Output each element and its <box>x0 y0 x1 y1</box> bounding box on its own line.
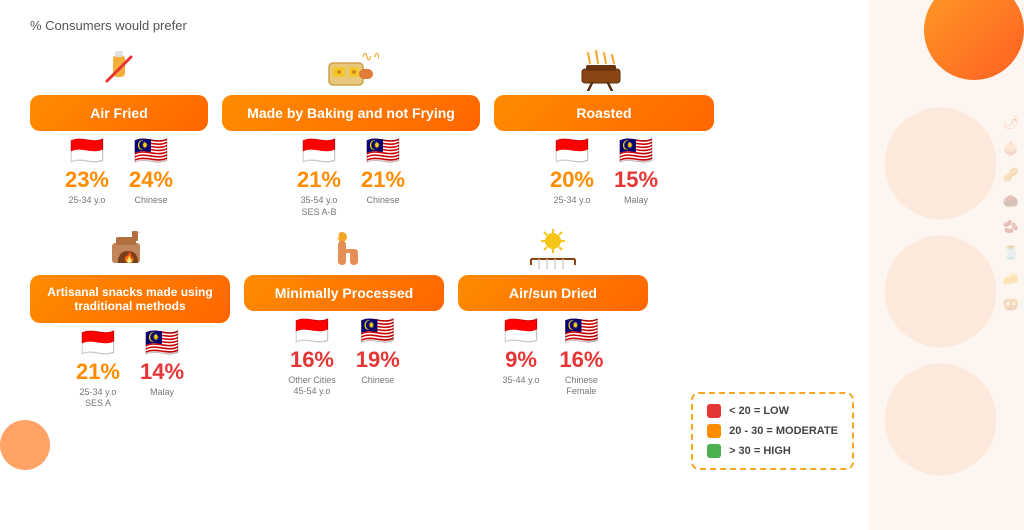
pct-indonesia-air-fried: 23% <box>65 168 109 192</box>
right-decorative-panel: ⬤⬤⬤ 🌶🧅🥜🌰🫘🫙🧀🥨 <box>869 0 1024 530</box>
icon-roasted <box>578 47 630 91</box>
svg-text:~: ~ <box>136 228 141 237</box>
pct-malaysia-roasted: 15% <box>614 168 658 192</box>
label-malaysia-air-sun: Chinese Female <box>565 375 598 398</box>
pct-indonesia-artisanal: 21% <box>76 360 120 384</box>
card-minimally: ! Minimally Processed 🇮🇩 16% Other Citie… <box>244 227 444 399</box>
icon-air-fried <box>97 47 141 91</box>
flag-malaysia-artisanal: 🇲🇾 <box>145 329 180 357</box>
card-stats-air-sun-dried: 🇮🇩 9% 35-44 y.o 🇲🇾 16% Chinese Female <box>503 317 604 399</box>
pct-malaysia-artisanal: 14% <box>140 360 184 384</box>
label-indonesia-air-sun: 35-44 y.o <box>503 375 540 387</box>
stat-indonesia-baking: 🇮🇩 21% 35-54 y.o SES A-B <box>297 137 341 219</box>
card-roasted: Roasted 🇮🇩 20% 25-34 y.o 🇲🇾 15% Malay <box>494 47 714 207</box>
legend-item-high: > 30 = HIGH <box>707 444 838 458</box>
pct-indonesia-roasted: 20% <box>550 168 594 192</box>
svg-text:∿∿∿: ∿∿∿ <box>361 48 379 64</box>
pct-malaysia-minimally: 19% <box>356 348 400 372</box>
pct-malaysia-air-fried: 24% <box>129 168 173 192</box>
pct-indonesia-minimally: 16% <box>290 348 334 372</box>
page-title: % Consumers would prefer <box>30 18 820 33</box>
stat-indonesia-roasted: 🇮🇩 20% 25-34 y.o <box>550 137 594 207</box>
legend-item-low: < 20 = LOW <box>707 404 838 418</box>
stat-indonesia-air-sun: 🇮🇩 9% 35-44 y.o <box>503 317 540 399</box>
card-label-air-sun-dried: Air/sun Dried <box>458 275 648 311</box>
flag-malaysia-air-sun: 🇲🇾 <box>564 317 599 345</box>
icon-air-sun-dried <box>527 227 579 271</box>
legend-item-moderate: 20 - 30 = MODERATE <box>707 424 838 438</box>
card-artisanal: 🔥 ~ Artisanal snacks made using traditio… <box>30 227 230 411</box>
icon-artisanal: 🔥 ~ <box>108 227 152 271</box>
right-food-deco: 🌶🧅🥜🌰🫘🫙🧀🥨 <box>1002 110 1019 318</box>
flag-malaysia: 🇲🇾 <box>134 137 169 165</box>
card-label-baking: Made by Baking and not Frying <box>222 95 480 131</box>
pct-indonesia-baking: 21% <box>297 168 341 192</box>
legend-dot-moderate <box>707 424 721 438</box>
flag-indonesia-air-sun: 🇮🇩 <box>504 317 539 345</box>
card-stats-roasted: 🇮🇩 20% 25-34 y.o 🇲🇾 15% Malay <box>550 137 658 207</box>
card-stats-artisanal: 🇮🇩 21% 25-34 y.o SES A 🇲🇾 14% Malay <box>76 329 184 411</box>
legend: < 20 = LOW 20 - 30 = MODERATE > 30 = HIG… <box>691 392 854 470</box>
stat-indonesia-air-fried: 🇮🇩 23% 25-34 y.o <box>65 137 109 207</box>
card-air-sun-dried: Air/sun Dried 🇮🇩 9% 35-44 y.o 🇲🇾 16% Chi… <box>458 227 648 399</box>
legend-dot-high <box>707 444 721 458</box>
flag-indonesia-artisanal: 🇮🇩 <box>81 329 116 357</box>
card-label-artisanal: Artisanal snacks made using traditional … <box>30 275 230 323</box>
legend-label-high: > 30 = HIGH <box>729 445 791 457</box>
card-air-fried: Air Fried 🇮🇩 23% 25-34 y.o 🇲🇾 24% Chines… <box>30 47 208 207</box>
flag-indonesia-baking: 🇮🇩 <box>302 137 337 165</box>
flag-malaysia-baking: 🇲🇾 <box>366 137 401 165</box>
icon-minimally: ! <box>322 227 366 271</box>
deco-bottom-left <box>0 420 50 470</box>
label-indonesia-baking: 35-54 y.o SES A-B <box>301 195 338 218</box>
row-1: Air Fried 🇮🇩 23% 25-34 y.o 🇲🇾 24% Chines… <box>30 47 820 219</box>
flag-indonesia-roasted: 🇮🇩 <box>555 137 590 165</box>
svg-text:🔥: 🔥 <box>123 251 135 264</box>
label-indonesia-roasted: 25-34 y.o <box>554 195 591 207</box>
card-label-minimally: Minimally Processed <box>244 275 444 311</box>
card-stats-air-fried: 🇮🇩 23% 25-34 y.o 🇲🇾 24% Chinese <box>65 137 173 207</box>
icon-baking: ∿∿∿ <box>323 47 379 91</box>
card-baking: ∿∿∿ Made by Baking and not Frying 🇮🇩 21%… <box>222 47 480 219</box>
label-malaysia-roasted: Malay <box>624 195 648 207</box>
legend-label-low: < 20 = LOW <box>729 405 789 417</box>
stat-malaysia-air-fried: 🇲🇾 24% Chinese <box>129 137 173 207</box>
pct-indonesia-air-sun: 9% <box>505 348 537 372</box>
label-malaysia-artisanal: Malay <box>150 387 174 399</box>
flag-indonesia-minimally: 🇮🇩 <box>295 317 330 345</box>
stat-malaysia-air-sun: 🇲🇾 16% Chinese Female <box>559 317 603 399</box>
main-content: % Consumers would prefer Air Fried 🇮🇩 23… <box>0 0 840 420</box>
label-indonesia-air-fried: 25-34 y.o <box>69 195 106 207</box>
stat-indonesia-minimally: 🇮🇩 16% Other Cities 45-54 y.o <box>288 317 336 399</box>
label-indonesia-minimally: Other Cities 45-54 y.o <box>288 375 336 398</box>
flag-malaysia-minimally: 🇲🇾 <box>360 317 395 345</box>
flag-malaysia-roasted: 🇲🇾 <box>619 137 654 165</box>
stat-malaysia-baking: 🇲🇾 21% Chinese <box>361 137 405 219</box>
label-malaysia-air-fried: Chinese <box>135 195 168 207</box>
flag-indonesia: 🇮🇩 <box>70 137 105 165</box>
label-indonesia-artisanal: 25-34 y.o SES A <box>80 387 117 410</box>
card-stats-minimally: 🇮🇩 16% Other Cities 45-54 y.o 🇲🇾 19% Chi… <box>288 317 400 399</box>
legend-label-moderate: 20 - 30 = MODERATE <box>729 425 838 437</box>
stat-malaysia-artisanal: 🇲🇾 14% Malay <box>140 329 184 411</box>
card-label-air-fried: Air Fried <box>30 95 208 131</box>
label-malaysia-minimally: Chinese <box>361 375 394 387</box>
pct-malaysia-baking: 21% <box>361 168 405 192</box>
label-malaysia-baking: Chinese <box>367 195 400 207</box>
stat-malaysia-minimally: 🇲🇾 19% Chinese <box>356 317 400 399</box>
card-label-roasted: Roasted <box>494 95 714 131</box>
stat-malaysia-roasted: 🇲🇾 15% Malay <box>614 137 658 207</box>
card-stats-baking: 🇮🇩 21% 35-54 y.o SES A-B 🇲🇾 21% Chinese <box>297 137 405 219</box>
row-2: 🔥 ~ Artisanal snacks made using traditio… <box>30 227 820 411</box>
legend-dot-low <box>707 404 721 418</box>
pct-malaysia-air-sun: 16% <box>559 348 603 372</box>
stat-indonesia-artisanal: 🇮🇩 21% 25-34 y.o SES A <box>76 329 120 411</box>
right-pattern: ⬤⬤⬤ <box>869 0 1024 530</box>
